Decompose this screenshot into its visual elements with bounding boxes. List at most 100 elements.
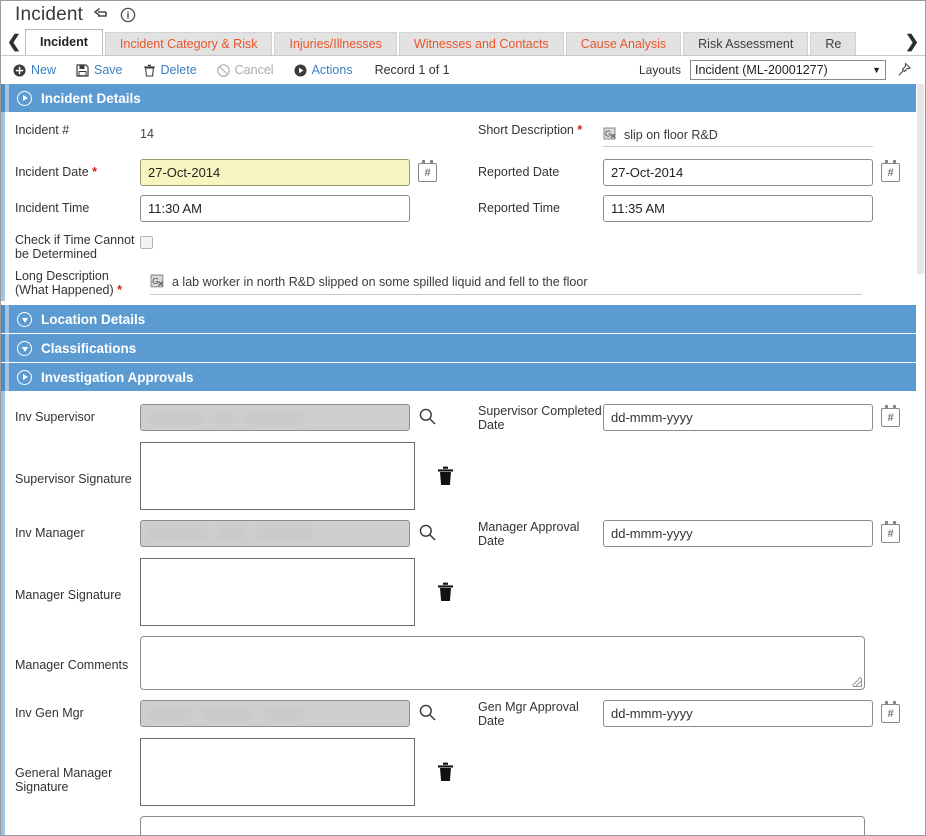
- actions-button[interactable]: Actions: [294, 63, 353, 77]
- svg-text:G: G: [152, 276, 159, 286]
- label-supervisor-signature: Supervisor Signature: [15, 472, 132, 486]
- label-long-description: Long Description (What Happened) *: [15, 269, 123, 297]
- input-inv-supervisor[interactable]: [140, 404, 410, 431]
- pin-icon[interactable]: [895, 61, 913, 79]
- triangle-down-icon: [17, 311, 32, 327]
- tab-incident[interactable]: Incident: [25, 29, 103, 55]
- layout-select[interactable]: Incident (ML-20001277) ▼: [690, 60, 886, 80]
- save-button-label: Save: [94, 63, 123, 77]
- input-incident-time[interactable]: 11:30 AM: [140, 195, 410, 222]
- field-inv-manager: Inv Manager: [5, 520, 468, 547]
- signature-pad-general-manager[interactable]: [140, 738, 415, 806]
- clear-general-manager-signature-trash-icon[interactable]: [437, 762, 454, 787]
- page-title: Incident: [15, 4, 84, 25]
- cancel-button[interactable]: Cancel: [216, 63, 274, 77]
- spellcheck-icon[interactable]: G: [150, 274, 166, 290]
- section-title-incident-details: Incident Details: [41, 90, 141, 106]
- checkbox-time-undetermined[interactable]: [140, 236, 153, 249]
- tab-risk-assessment[interactable]: Risk Assessment: [683, 32, 809, 55]
- tabs-scroll-left-button[interactable]: ❮: [3, 29, 25, 55]
- vertical-scrollbar[interactable]: [916, 84, 925, 835]
- lookup-search-icon[interactable]: [418, 407, 437, 431]
- section-header-location-details[interactable]: Location Details: [1, 305, 925, 333]
- calendar-picker-icon[interactable]: #: [881, 521, 900, 543]
- field-incident-date: Incident Date * 27-Oct-2014 #: [5, 159, 468, 186]
- tab-strip: ❮ Incident Incident Category & Risk Inju…: [1, 29, 925, 56]
- section-title-classifications: Classifications: [41, 340, 137, 356]
- field-gen-mgr-approval-date: Gen Mgr Approval Date dd-mmm-yyyy #: [468, 700, 925, 728]
- field-inv-supervisor: Inv Supervisor: [5, 404, 468, 431]
- svg-text:G: G: [605, 130, 611, 139]
- input-inv-gen-mgr[interactable]: [140, 700, 410, 727]
- label-reported-time: Reported Time: [478, 201, 560, 215]
- label-inv-supervisor: Inv Supervisor: [15, 410, 95, 424]
- section-header-investigation-approvals[interactable]: Investigation Approvals: [1, 363, 925, 391]
- clear-manager-signature-trash-icon[interactable]: [437, 582, 454, 607]
- label-manager-approval-date: Manager Approval Date: [478, 520, 580, 548]
- input-reported-time[interactable]: 11:35 AM: [603, 195, 873, 222]
- tab-cause-analysis[interactable]: Cause Analysis: [565, 32, 682, 55]
- cancel-circle-icon: [216, 63, 230, 77]
- label-inv-manager: Inv Manager: [15, 526, 85, 540]
- calendar-picker-icon[interactable]: #: [881, 405, 900, 427]
- cancel-button-label: Cancel: [234, 63, 274, 77]
- tabs-scroll-right-button[interactable]: ❯: [901, 29, 923, 55]
- scrollbar-thumb[interactable]: [917, 84, 924, 274]
- tab-witnesses-and-contacts[interactable]: Witnesses and Contacts: [398, 32, 564, 55]
- spellcheck-icon[interactable]: G: [603, 127, 618, 142]
- label-reported-date: Reported Date: [478, 165, 560, 179]
- toolbar-right-group: Layouts Incident (ML-20001277) ▼: [639, 60, 919, 80]
- play-circle-icon: [294, 64, 307, 77]
- field-reported-time: Reported Time 11:35 AM: [468, 195, 925, 222]
- field-short-description: Short Description * G slip on floor R&D: [468, 123, 925, 147]
- input-reported-date[interactable]: 27-Oct-2014: [603, 159, 873, 186]
- resize-grip-icon[interactable]: [852, 677, 861, 686]
- label-incident-number: Incident #: [15, 123, 70, 137]
- delete-button[interactable]: Delete: [143, 63, 197, 77]
- section-title-location-details: Location Details: [41, 311, 146, 327]
- label-short-description: Short Description *: [478, 123, 583, 137]
- tab-injuries-illnesses[interactable]: Injuries/Illnesses: [274, 32, 397, 55]
- info-circle-icon[interactable]: [120, 7, 136, 23]
- section-header-classifications[interactable]: Classifications: [1, 334, 925, 362]
- undo-return-icon[interactable]: [93, 7, 110, 23]
- tab-re[interactable]: Re: [810, 32, 857, 55]
- delete-button-label: Delete: [160, 63, 197, 77]
- signature-pad-supervisor[interactable]: [140, 442, 415, 510]
- input-short-description[interactable]: G slip on floor R&D: [603, 123, 873, 147]
- triangle-right-icon: [17, 90, 32, 106]
- lookup-search-icon[interactable]: [418, 703, 437, 727]
- signature-pad-manager[interactable]: [140, 558, 415, 626]
- label-time-undetermined: Check if Time Cannot be Determined: [15, 233, 135, 261]
- input-supervisor-completed-date[interactable]: dd-mmm-yyyy: [603, 404, 873, 431]
- calendar-picker-icon[interactable]: #: [418, 160, 437, 182]
- form-body: Incident Details Incident # 14 Short Des…: [1, 84, 925, 835]
- tab-incident-category-risk[interactable]: Incident Category & Risk: [104, 32, 273, 55]
- textarea-gen-mgr-comments[interactable]: [140, 816, 865, 835]
- textarea-manager-comments[interactable]: [140, 636, 865, 690]
- new-button[interactable]: New: [13, 63, 56, 77]
- layout-select-value: Incident (ML-20001277): [695, 63, 828, 77]
- field-incident-time: Incident Time 11:30 AM: [5, 195, 468, 222]
- input-incident-date[interactable]: 27-Oct-2014: [140, 159, 410, 186]
- actions-button-label: Actions: [311, 63, 353, 77]
- label-gen-mgr-comments: Gen Mgr Comments: [5, 816, 140, 835]
- clear-supervisor-signature-trash-icon[interactable]: [437, 466, 454, 491]
- calendar-picker-icon[interactable]: #: [881, 160, 900, 182]
- save-disk-icon: [76, 63, 89, 77]
- label-inv-gen-mgr: Inv Gen Mgr: [15, 706, 84, 720]
- section-header-incident-details[interactable]: Incident Details: [1, 84, 925, 112]
- triangle-right-icon: [17, 369, 32, 385]
- input-manager-approval-date[interactable]: dd-mmm-yyyy: [603, 520, 873, 547]
- chevron-down-icon: ▼: [872, 65, 881, 75]
- section-title-investigation-approvals: Investigation Approvals: [41, 369, 194, 385]
- calendar-picker-icon[interactable]: #: [881, 701, 900, 723]
- input-inv-manager[interactable]: [140, 520, 410, 547]
- input-long-description[interactable]: G a lab worker in north R&D slipped on s…: [150, 269, 862, 295]
- save-button[interactable]: Save: [76, 63, 123, 77]
- lookup-search-icon[interactable]: [418, 523, 437, 547]
- value-long-description: a lab worker in north R&D slipped on som…: [172, 274, 588, 289]
- input-gen-mgr-approval-date[interactable]: dd-mmm-yyyy: [603, 700, 873, 727]
- required-marker: *: [92, 165, 98, 179]
- trash-icon: [143, 64, 156, 77]
